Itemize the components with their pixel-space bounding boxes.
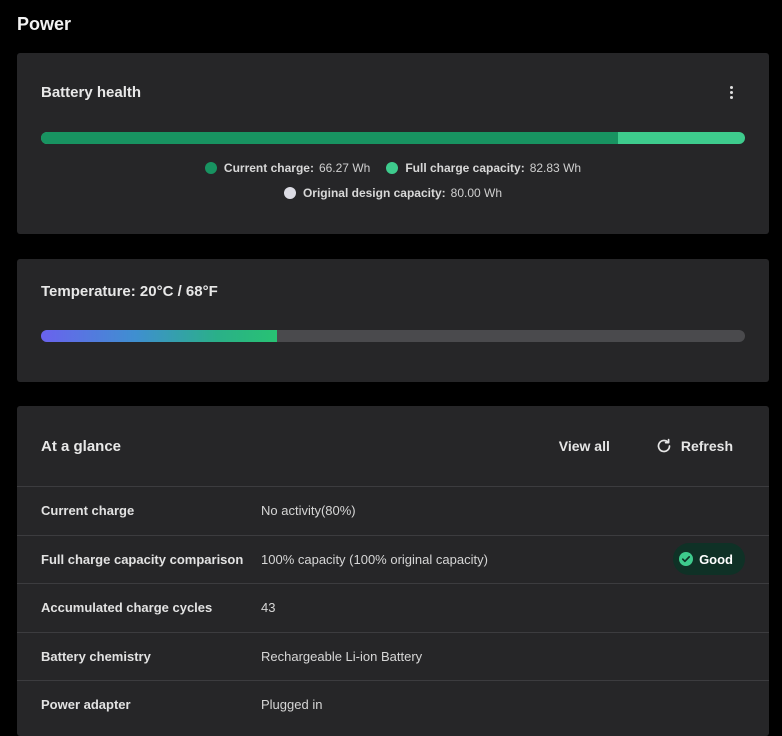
legend-design-capacity: Original design capacity: 80.00 Wh [283, 186, 503, 200]
table-row: Power adapter Plugged in [17, 680, 769, 729]
row-label: Accumulated charge cycles [41, 600, 213, 616]
status-badge: Good [673, 543, 745, 576]
row-value: Rechargeable Li-ion Battery [261, 648, 423, 664]
temperature-card: Temperature: 20°C / 68°F [17, 259, 769, 382]
temperature-fill [41, 330, 277, 342]
check-circle-icon [679, 552, 694, 567]
glance-actions: View all Refresh [559, 438, 733, 454]
battery-legend-row: Original design capacity: 80.00 Wh [17, 186, 769, 200]
legend-value: 80.00 Wh [450, 186, 503, 200]
full-charge-dot [386, 162, 399, 174]
glance-table: Current charge No activity(80%) Full cha… [17, 486, 769, 729]
row-label: Current charge [41, 503, 135, 519]
current-charge-dot [204, 162, 217, 174]
refresh-label: Refresh [680, 438, 733, 454]
table-row: Current charge No activity(80%) [17, 486, 769, 535]
row-value: Plugged in [261, 697, 323, 713]
page-title: Power [17, 14, 72, 34]
row-value: 43 [261, 600, 276, 616]
row-value: 100% capacity (100% original capacity) [261, 551, 488, 567]
legend-current-charge: Current charge: 66.27 Wh [204, 161, 371, 175]
row-label: Full charge capacity comparison [41, 551, 244, 567]
legend-label: Full charge capacity: [405, 161, 525, 175]
more-vertical-icon [729, 85, 733, 89]
status-badge-label: Good [699, 551, 733, 567]
legend-value: 82.83 Wh [529, 161, 582, 175]
table-row: Full charge capacity comparison 100% cap… [17, 534, 769, 584]
table-row: Accumulated charge cycles 43 [17, 583, 769, 632]
row-value: No activity(80%) [261, 503, 356, 519]
design-capacity-dot [283, 187, 296, 199]
battery-health-card: Battery health Current charge: 66.27 Wh … [17, 53, 769, 234]
at-a-glance-card: At a glance View all Refresh Current cha… [17, 406, 769, 736]
more-vertical-icon-dot [729, 90, 733, 94]
legend-label: Current charge: [223, 161, 314, 175]
more-vertical-icon-dot [729, 95, 733, 99]
battery-health-title: Battery health [41, 84, 142, 101]
refresh-button[interactable]: Refresh [656, 438, 733, 454]
table-row: Battery chemistry Rechargeable Li-ion Ba… [17, 631, 769, 681]
view-all-button[interactable]: View all [559, 438, 610, 454]
battery-health-bar [41, 132, 745, 144]
legend-full-charge: Full charge capacity: 82.83 Wh [386, 161, 581, 175]
temperature-title: Temperature: 20°C / 68°F [41, 283, 218, 300]
more-options-button[interactable] [723, 83, 739, 101]
legend-value: 66.27 Wh [318, 161, 371, 175]
temperature-bar [41, 330, 745, 342]
row-label: Battery chemistry [41, 648, 151, 664]
battery-legend-row: Current charge: 66.27 Wh Full charge cap… [17, 161, 769, 175]
refresh-icon [657, 438, 671, 453]
current-charge-fill [41, 132, 619, 144]
at-a-glance-title: At a glance [41, 438, 122, 455]
legend-label: Original design capacity: [302, 186, 446, 200]
row-label: Power adapter [41, 697, 131, 713]
